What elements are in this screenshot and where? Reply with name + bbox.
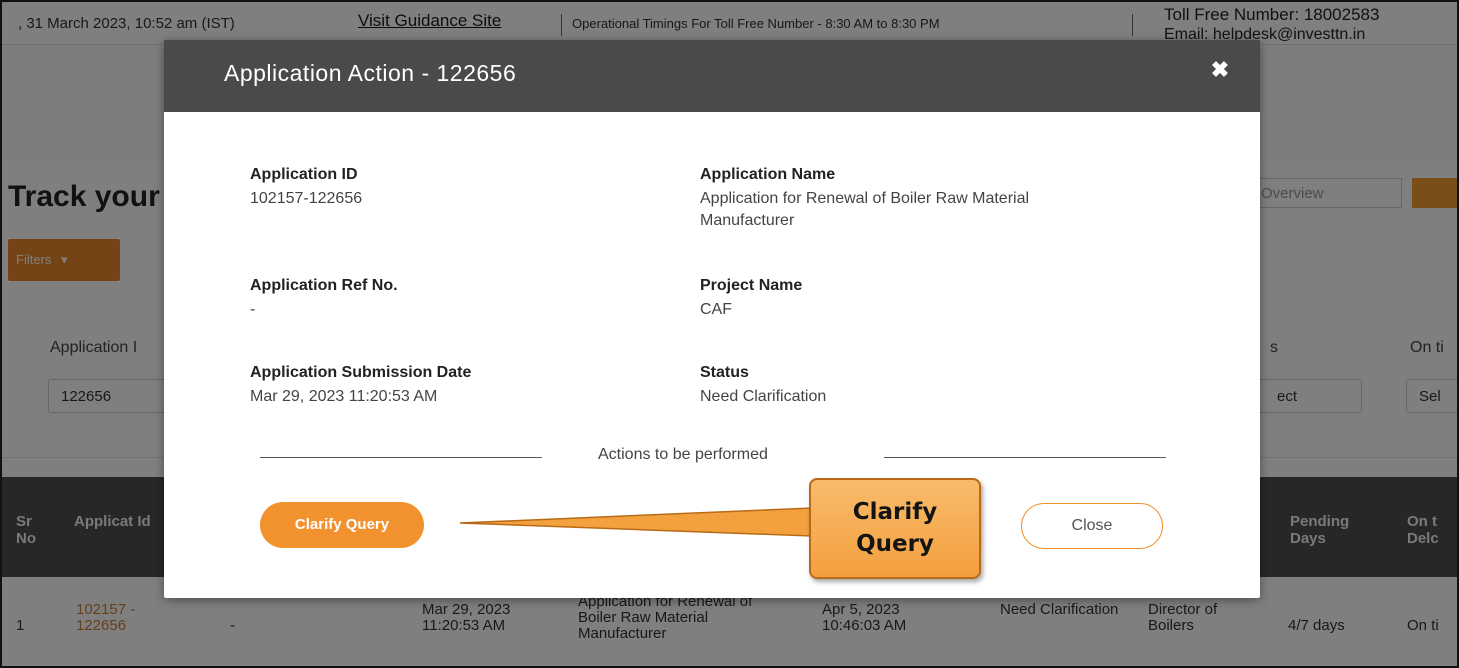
callout-text: Clarify Query xyxy=(811,496,979,560)
callout-pointer xyxy=(459,507,813,537)
screenshot-frame: , 31 March 2023, 10:52 am (IST) Visit Gu… xyxy=(0,0,1459,668)
callout-line: Query xyxy=(856,531,934,557)
callout-annotation: Clarify Query xyxy=(809,478,981,579)
callout-line: Clarify xyxy=(852,499,938,525)
